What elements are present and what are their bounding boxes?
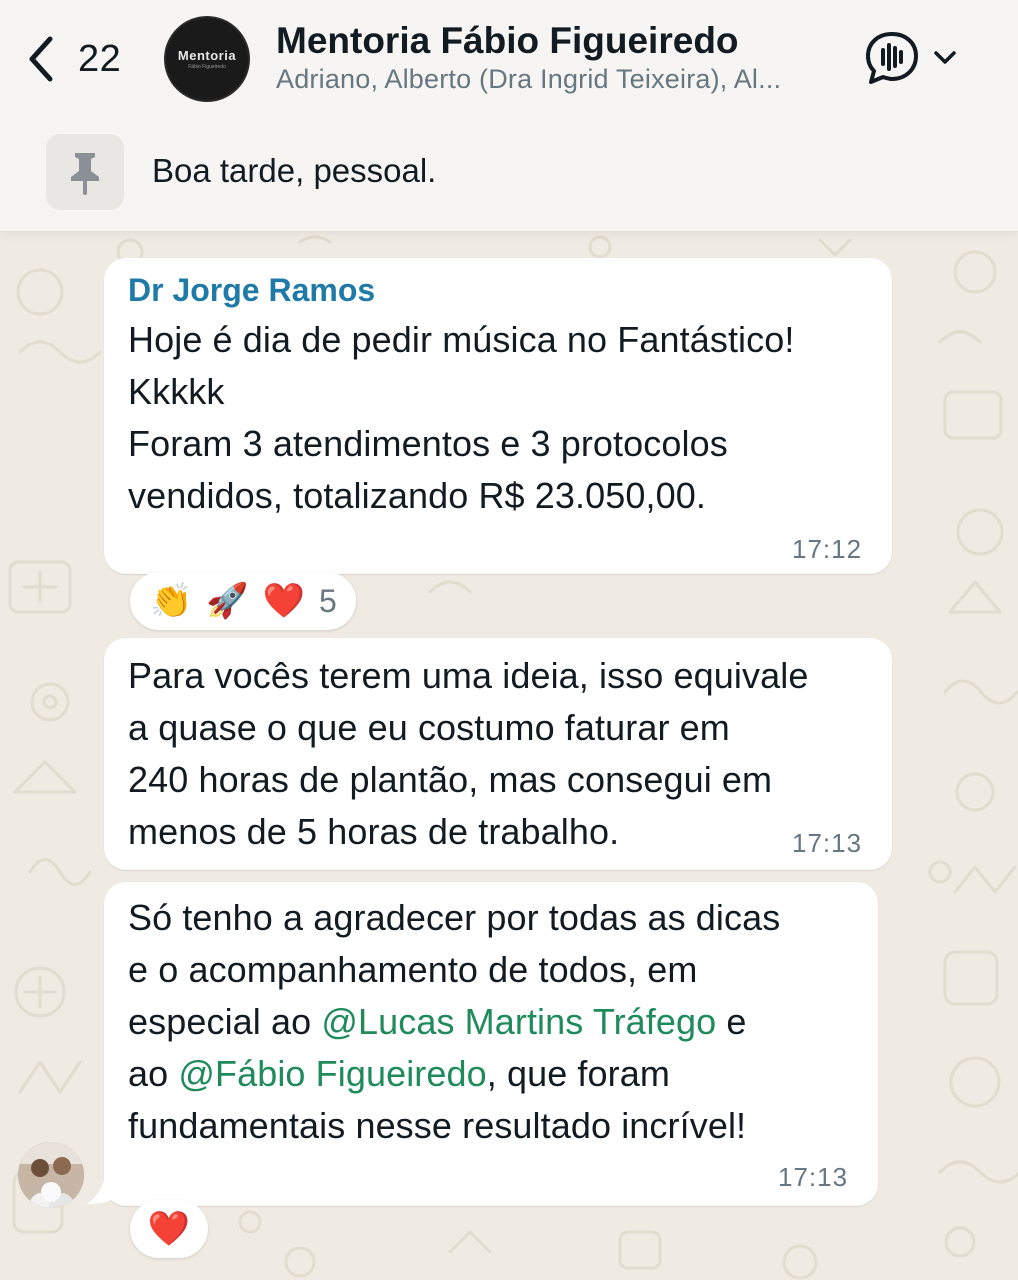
message-fragment: especial ao bbox=[128, 1001, 322, 1042]
message-fragment: e bbox=[716, 1001, 747, 1042]
mention-lucas[interactable]: @Lucas Martins Tráfego bbox=[321, 1001, 716, 1042]
group-avatar-logo: Mentoria bbox=[177, 48, 237, 63]
group-avatar[interactable]: Mentoria Fábio Figueiredo bbox=[164, 16, 250, 102]
message-fragment: , que foram bbox=[486, 1053, 670, 1094]
message-bubble[interactable]: Só tenho a agradecer por todas as dicas … bbox=[104, 882, 878, 1206]
heart-emoji-icon: ❤️ bbox=[147, 1210, 191, 1248]
bubble-tail bbox=[86, 1180, 116, 1204]
chevron-down-icon bbox=[934, 51, 956, 64]
message-time: 17:13 bbox=[792, 828, 863, 858]
message-line: ao @Fábio Figueiredo, que foram bbox=[128, 1048, 876, 1100]
clap-emoji-icon: 👏 bbox=[150, 582, 193, 620]
group-title[interactable]: Mentoria Fábio Figueiredo bbox=[276, 20, 739, 62]
message-bubble[interactable]: Dr Jorge Ramos Hoje é dia de pedir músic… bbox=[104, 258, 892, 574]
unread-count: 22 bbox=[78, 37, 122, 80]
pinned-message-bar[interactable]: Boa tarde, pessoal. bbox=[0, 118, 1018, 232]
message-reactions[interactable]: 👏 🚀 ❤️ 5 bbox=[130, 572, 356, 630]
message-line: Só tenho a agradecer por todas as dicas bbox=[128, 897, 781, 938]
message-time: 17:12 bbox=[792, 534, 863, 564]
sender-avatar[interactable] bbox=[18, 1142, 84, 1208]
pinned-message-text: Boa tarde, pessoal. bbox=[152, 152, 437, 189]
group-members[interactable]: Adriano, Alberto (Dra Ingrid Teixeira), … bbox=[276, 64, 836, 95]
message-text: Só tenho a agradecer por todas as dicas … bbox=[128, 892, 876, 1152]
group-avatar-sub: Fábio Figueiredo bbox=[188, 64, 226, 70]
reaction-count: 5 bbox=[319, 582, 337, 619]
heart-emoji-icon: ❤️ bbox=[262, 582, 306, 620]
pin-icon bbox=[46, 134, 124, 210]
message-reactions[interactable]: ❤️ bbox=[130, 1200, 208, 1258]
message-line: e o acompanhamento de todos, em bbox=[128, 949, 698, 990]
message-fragment: ao bbox=[128, 1053, 179, 1094]
mention-fabio[interactable]: @Fábio Figueiredo bbox=[178, 1053, 486, 1094]
voice-chat-button[interactable] bbox=[864, 28, 964, 88]
voice-chat-icon bbox=[866, 32, 918, 84]
back-button[interactable]: 22 bbox=[22, 28, 142, 90]
message-text: Para vocês terem uma ideia, isso equival… bbox=[128, 655, 809, 852]
rocket-emoji-icon: 🚀 bbox=[206, 582, 249, 620]
message-line: fundamentais nesse resultado incrível! bbox=[128, 1105, 747, 1146]
message-bubble[interactable]: Para vocês terem uma ideia, isso equival… bbox=[104, 638, 892, 870]
sender-name[interactable]: Dr Jorge Ramos bbox=[128, 272, 375, 309]
message-time: 17:13 bbox=[778, 1162, 849, 1192]
message-line: especial ao @Lucas Martins Tráfego e bbox=[128, 996, 876, 1048]
chevron-left-icon bbox=[29, 36, 53, 82]
message-text: Hoje é dia de pedir música no Fantástico… bbox=[128, 319, 795, 516]
chat-header: 22 Mentoria Fábio Figueiredo Mentoria Fá… bbox=[0, 0, 1018, 118]
